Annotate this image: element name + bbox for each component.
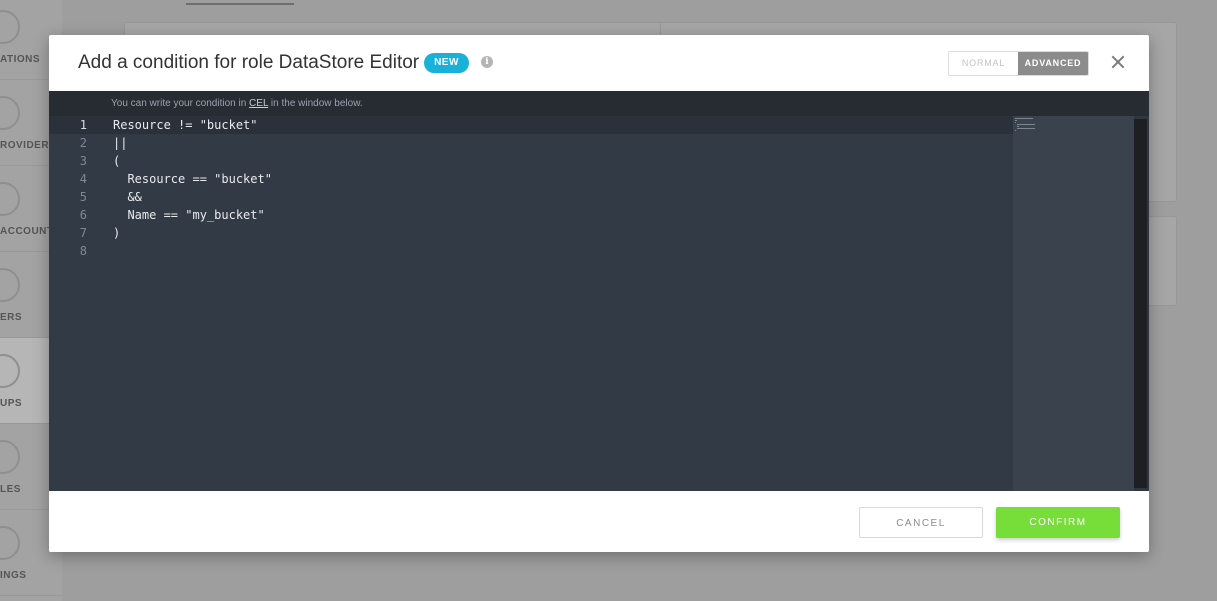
line-number: 1	[79, 118, 87, 132]
dialog-header: Add a condition for role DataStore Edito…	[49, 35, 1149, 91]
code-line: 2 ||	[49, 134, 1013, 152]
sidebar-item-label: ATIONS	[0, 54, 41, 65]
code-input-area[interactable]: 1 Resource != "bucket" 2 || 3(4 Resource == …	[49, 116, 1013, 491]
close-icon[interactable]	[1109, 53, 1127, 71]
line-number: 3	[79, 154, 87, 168]
dialog-title: Add a condition for role DataStore Edito…	[78, 52, 420, 73]
code-text: Name == "my_bucket"	[113, 208, 265, 222]
sidebar-item-icon	[0, 96, 20, 130]
line-number: 5	[79, 190, 87, 204]
dialog-footer: CANCEL CONFIRM	[49, 491, 1149, 552]
sidebar-item-label: UPS	[0, 398, 23, 409]
editor-hint-text: You can write your condition in	[111, 98, 250, 109]
code-line: 7)	[49, 224, 1013, 242]
code-minimap[interactable]	[1013, 116, 1134, 491]
confirm-button[interactable]: CONFIRM	[996, 507, 1120, 538]
sidebar-item-icon	[0, 268, 20, 302]
new-badge: NEW	[424, 53, 469, 73]
mode-advanced-button[interactable]: ADVANCED	[1018, 52, 1088, 75]
line-number: 8	[79, 244, 87, 258]
line-number: 4	[79, 172, 87, 186]
line-number: 2	[79, 136, 87, 150]
sidebar-item-label: ERS	[0, 312, 23, 323]
code-line: 8	[49, 242, 1013, 260]
sidebar-item-label: LES	[0, 484, 21, 495]
minimap-line	[1017, 128, 1035, 129]
line-number: 6	[79, 208, 87, 222]
sidebar-item-label: ROVIDER	[0, 140, 50, 151]
minimap-line	[1015, 118, 1033, 119]
minimap-line	[1015, 122, 1016, 123]
code-line: 6 Name == "my_bucket"	[49, 206, 1013, 224]
sidebar-item-icon	[0, 354, 20, 388]
minimap-line	[1015, 120, 1017, 121]
code-text: (	[113, 154, 121, 168]
code-line: 1 Resource != "bucket"	[49, 116, 1013, 134]
info-icon[interactable]: i	[481, 56, 493, 68]
active-tab-indicator	[186, 3, 294, 5]
code-line: 5 &&	[49, 188, 1013, 206]
cancel-button[interactable]: CANCEL	[859, 507, 983, 538]
sidebar-item-icon	[0, 440, 20, 474]
editor-hint: You can write your condition in CEL in t…	[49, 91, 1149, 116]
mode-toggle: NORMAL ADVANCED	[948, 51, 1089, 76]
cel-link[interactable]: CEL	[249, 98, 268, 109]
condition-dialog: Add a condition for role DataStore Edito…	[49, 35, 1149, 552]
line-number: 7	[79, 226, 87, 240]
editor-hint-text-end: in the window below.	[268, 98, 363, 109]
sidebar-item-icon	[0, 10, 20, 44]
sidebar-item-icon	[0, 182, 20, 216]
code-text: Resource != "bucket"	[113, 118, 258, 132]
code-line: 3(	[49, 152, 1013, 170]
code-line: 4 Resource == "bucket"	[49, 170, 1013, 188]
sidebar-item-icon	[0, 526, 20, 560]
minimap-line	[1017, 124, 1035, 125]
code-editor: You can write your condition in CEL in t…	[49, 91, 1149, 491]
sidebar-item-label: INGS	[0, 570, 27, 581]
code-text: )	[113, 226, 121, 240]
editor-scrollbar[interactable]	[1134, 119, 1147, 488]
minimap-line	[1017, 126, 1019, 127]
code-text: &&	[113, 190, 142, 204]
code-text: Resource == "bucket"	[113, 172, 272, 186]
code-text: ||	[113, 136, 128, 150]
mode-normal-button[interactable]: NORMAL	[949, 52, 1018, 75]
minimap-line	[1015, 130, 1016, 131]
